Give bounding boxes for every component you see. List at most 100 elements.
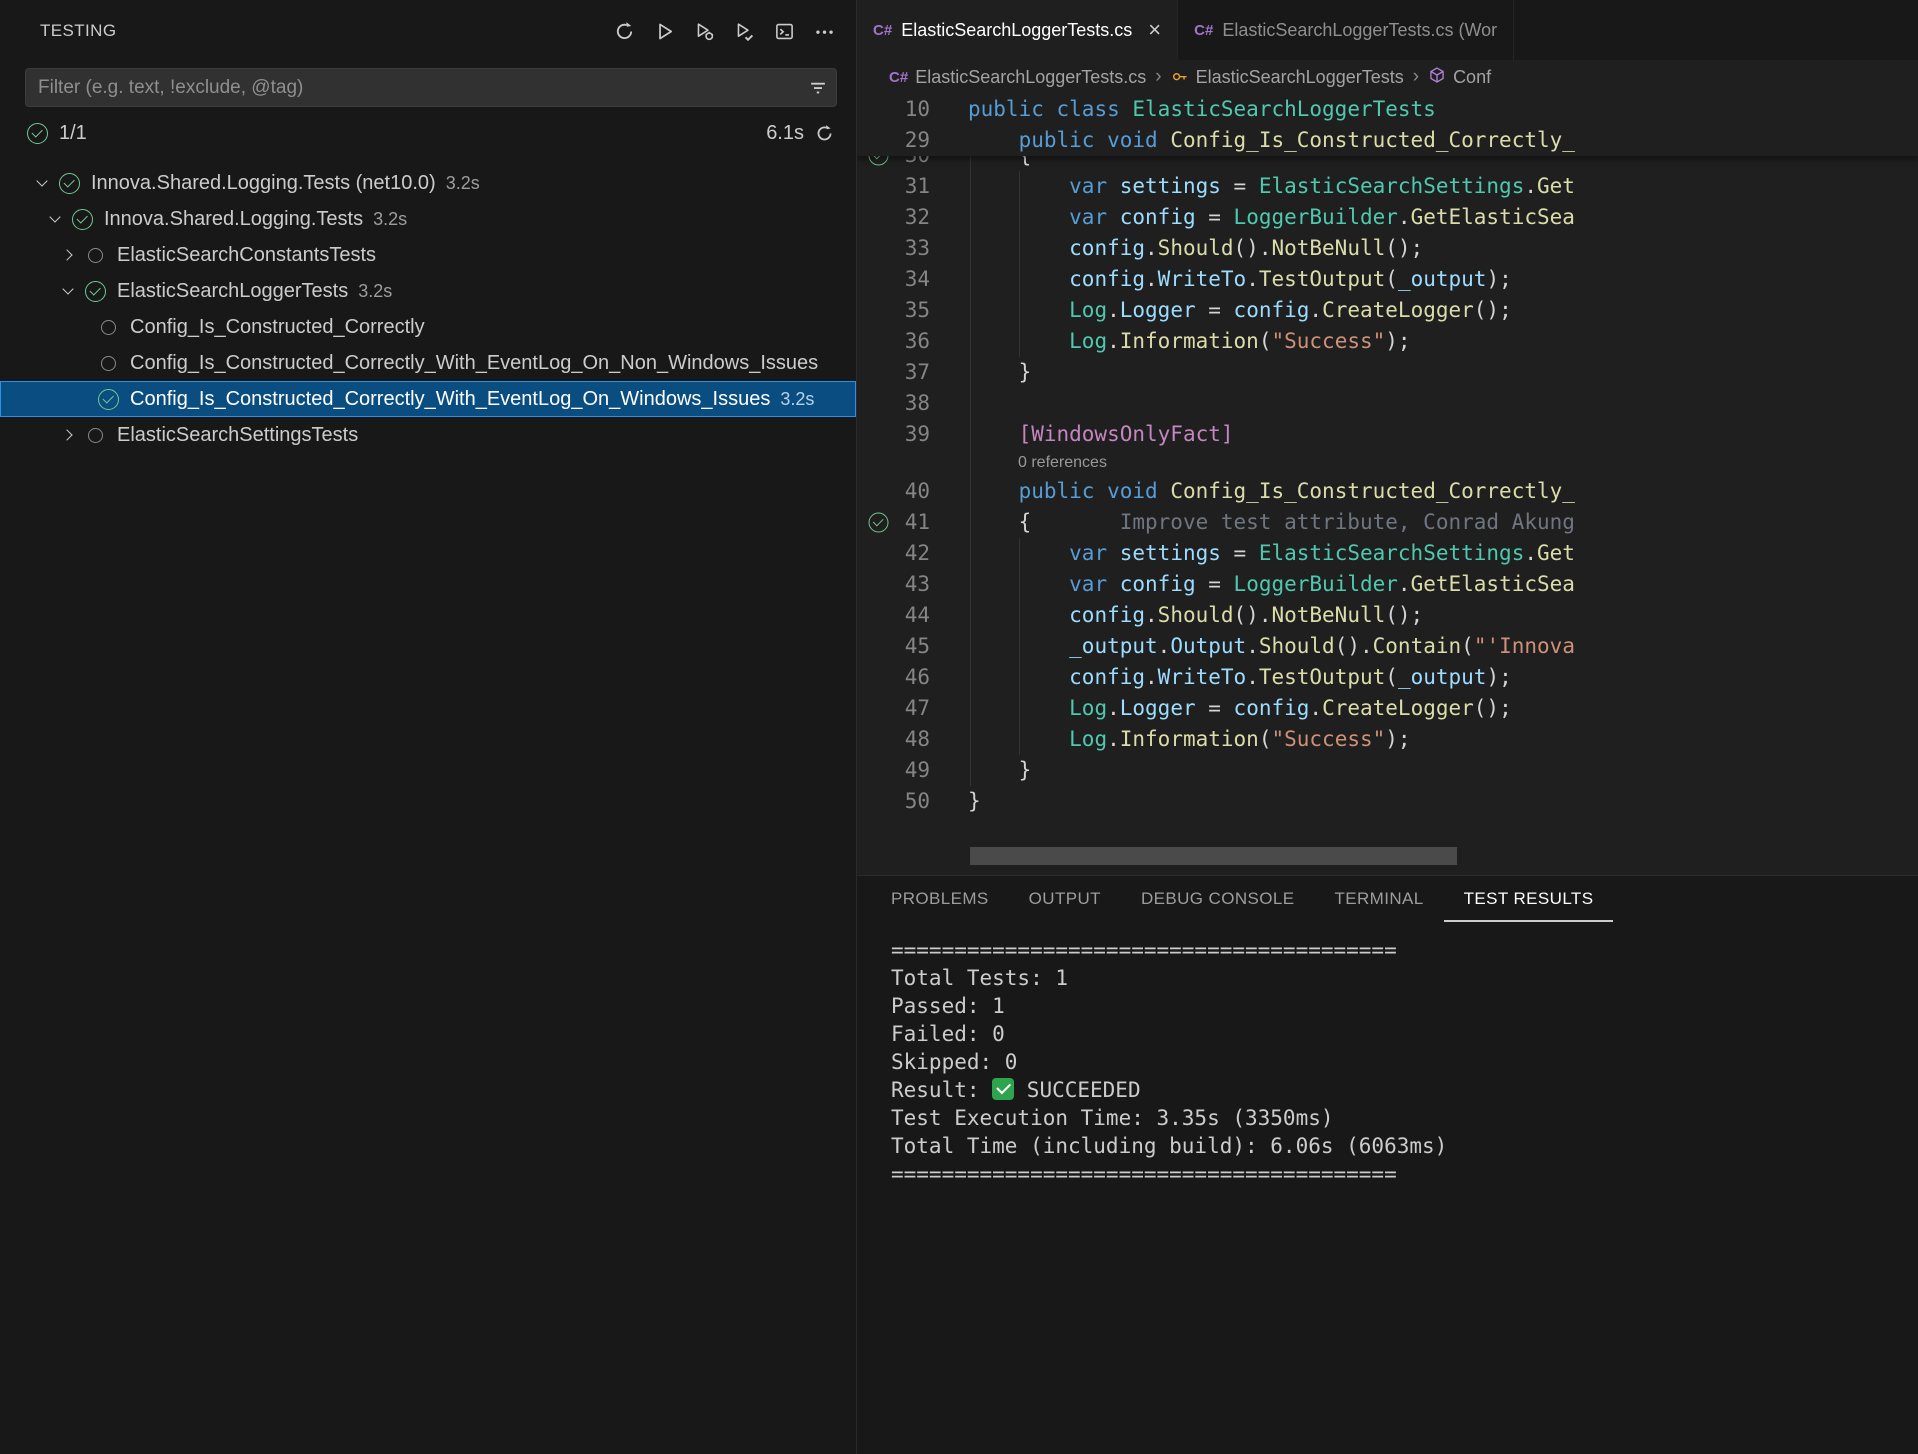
- line-number: 31: [891, 171, 930, 202]
- breadcrumb-item[interactable]: ElasticSearchLoggerTests: [1171, 66, 1404, 89]
- code-line: 37 }: [857, 357, 1918, 388]
- filter-icon[interactable]: [800, 78, 836, 98]
- line-number: 38: [891, 388, 930, 419]
- test-name: Innova.Shared.Logging.Tests (net10.0): [91, 172, 436, 195]
- code-text: public void Config_Is_Constructed_Correc…: [968, 125, 1575, 156]
- run-with-coverage-icon[interactable]: [732, 19, 756, 43]
- chevron-right-icon[interactable]: [56, 243, 80, 267]
- code-line: 10 public class ElasticSearchLoggerTests: [857, 94, 1918, 125]
- output-line: Failed: 0: [891, 1020, 1918, 1048]
- test-duration: 3.2s: [780, 389, 814, 410]
- code-line: 33 config.Should().NotBeNull();: [857, 233, 1918, 264]
- vscode-window: TESTING 1/1 6.1s Innova.Shared.Logging.T…: [0, 0, 1918, 1454]
- test-name: ElasticSearchSettingsTests: [117, 424, 358, 447]
- test-name: ElasticSearchLoggerTests: [117, 280, 348, 303]
- code-line: 47 Log.Logger = config.CreateLogger();: [857, 693, 1918, 724]
- test-tree-item[interactable]: Innova.Shared.Logging.Tests (net10.0)3.2…: [0, 165, 856, 201]
- code-lines: 30 {31 var settings = ElasticSearchSetti…: [857, 94, 1918, 817]
- test-notrun-icon: [80, 428, 111, 443]
- refresh-icon[interactable]: [612, 19, 636, 43]
- test-pass-gutter-icon[interactable]: [865, 512, 891, 533]
- code-text: var settings = ElasticSearchSettings.Get: [968, 538, 1575, 569]
- output-line: ========================================: [891, 936, 1918, 964]
- debug-all-icon[interactable]: [692, 19, 716, 43]
- chevron-down-icon[interactable]: [56, 279, 80, 303]
- rerun-last-icon[interactable]: [815, 124, 834, 143]
- test-tree-item[interactable]: ElasticSearchConstantsTests: [0, 237, 856, 273]
- chevron-right-icon[interactable]: [56, 423, 80, 447]
- codelens-references[interactable]: 0 references: [857, 450, 1918, 476]
- test-duration: 3.2s: [358, 281, 392, 302]
- code-text: public class ElasticSearchLoggerTests: [968, 94, 1436, 125]
- panel-tab-output[interactable]: OUTPUT: [1009, 876, 1121, 922]
- code-line: 45 _output.Output.Should().Contain("'Inn…: [857, 631, 1918, 662]
- code-text: { Improve test attribute, Conrad Akung: [968, 507, 1575, 538]
- code-text: config.Should().NotBeNull();: [968, 233, 1423, 264]
- tests-passed-icon: [27, 123, 48, 144]
- output-line: Total Time (including build): 6.06s (606…: [891, 1132, 1918, 1160]
- test-name: Innova.Shared.Logging.Tests: [104, 208, 363, 231]
- chevron-right-icon: ›: [1413, 66, 1419, 88]
- editor-tab[interactable]: C#ElasticSearchLoggerTests.cs×: [857, 0, 1178, 60]
- panel-tabbar: PROBLEMSOUTPUTDEBUG CONSOLETERMINALTEST …: [857, 876, 1918, 922]
- more-actions-icon[interactable]: [812, 19, 836, 43]
- test-tree-item[interactable]: ElasticSearchSettingsTests: [0, 417, 856, 453]
- test-tree-item[interactable]: Config_Is_Constructed_Correctly_With_Eve…: [0, 345, 856, 381]
- line-number: 33: [891, 233, 930, 264]
- test-pass-icon: [54, 173, 85, 194]
- csharp-file-icon: C#: [889, 69, 908, 86]
- line-number: 45: [891, 631, 930, 662]
- code-text: var config = LoggerBuilder.GetElasticSea: [968, 202, 1575, 233]
- breadcrumb-label: Conf: [1453, 67, 1491, 88]
- editor-tab-label: ElasticSearchLoggerTests.cs: [901, 20, 1132, 41]
- test-tree-item[interactable]: Config_Is_Constructed_Correctly_With_Eve…: [0, 381, 856, 417]
- code-line: 42 var settings = ElasticSearchSettings.…: [857, 538, 1918, 569]
- test-results-output: ========================================…: [857, 922, 1918, 1188]
- code-text: }: [968, 357, 1031, 388]
- line-number: 48: [891, 724, 930, 755]
- code-text: config.Should().NotBeNull();: [968, 600, 1423, 631]
- close-icon[interactable]: ×: [1148, 19, 1161, 41]
- code-editor[interactable]: 30 {31 var settings = ElasticSearchSetti…: [857, 94, 1918, 875]
- code-text: var settings = ElasticSearchSettings.Get: [968, 171, 1575, 202]
- code-text: config.WriteTo.TestOutput(_output);: [968, 662, 1512, 693]
- breadcrumb: C#ElasticSearchLoggerTests.cs › ElasticSea…: [857, 60, 1918, 94]
- test-duration: 3.2s: [373, 209, 407, 230]
- test-pass-icon: [67, 209, 98, 230]
- test-name: Config_Is_Constructed_Correctly: [130, 316, 425, 339]
- horizontal-scrollbar[interactable]: [970, 847, 1457, 865]
- test-tree-item[interactable]: Innova.Shared.Logging.Tests 3.2s: [0, 201, 856, 237]
- breadcrumb-item[interactable]: Conf: [1428, 66, 1491, 89]
- output-line: Total Tests: 1: [891, 964, 1918, 992]
- code-line: 31 var settings = ElasticSearchSettings.…: [857, 171, 1918, 202]
- panel-tab-test-results[interactable]: TEST RESULTS: [1444, 876, 1614, 922]
- chevron-down-icon[interactable]: [30, 171, 54, 195]
- panel-tab-debug-console[interactable]: DEBUG CONSOLE: [1121, 876, 1315, 922]
- success-check-icon: [992, 1078, 1014, 1100]
- editor-area: C#ElasticSearchLoggerTests.cs×C#ElasticS…: [857, 0, 1918, 1454]
- code-text: Log.Information("Success");: [968, 724, 1411, 755]
- code-line: 29 public void Config_Is_Constructed_Cor…: [857, 125, 1918, 156]
- code-line: 36 Log.Information("Success");: [857, 326, 1918, 357]
- line-number: 32: [891, 202, 930, 233]
- chevron-down-icon[interactable]: [43, 207, 67, 231]
- line-number: 35: [891, 295, 930, 326]
- test-tree-item[interactable]: ElasticSearchLoggerTests 3.2s: [0, 273, 856, 309]
- code-line: 39 [WindowsOnlyFact]: [857, 419, 1918, 450]
- output-line: ========================================: [891, 1160, 1918, 1188]
- panel-tab-problems[interactable]: PROBLEMS: [871, 876, 1009, 922]
- editor-tab[interactable]: C#ElasticSearchLoggerTests.cs (Wor: [1178, 0, 1514, 60]
- open-test-output-icon[interactable]: [772, 19, 796, 43]
- test-filter-input[interactable]: [26, 77, 800, 99]
- test-filter: [25, 68, 837, 107]
- line-number: 10: [891, 94, 930, 125]
- line-number: 50: [891, 786, 930, 817]
- line-number: 40: [891, 476, 930, 507]
- run-all-icon[interactable]: [652, 19, 676, 43]
- test-tree-item[interactable]: Config_Is_Constructed_Correctly: [0, 309, 856, 345]
- output-line: Skipped: 0: [891, 1048, 1918, 1076]
- line-number: 47: [891, 693, 930, 724]
- panel-tab-terminal[interactable]: TERMINAL: [1314, 876, 1443, 922]
- line-number: 41: [891, 507, 930, 538]
- breadcrumb-item[interactable]: C#ElasticSearchLoggerTests.cs: [889, 67, 1146, 88]
